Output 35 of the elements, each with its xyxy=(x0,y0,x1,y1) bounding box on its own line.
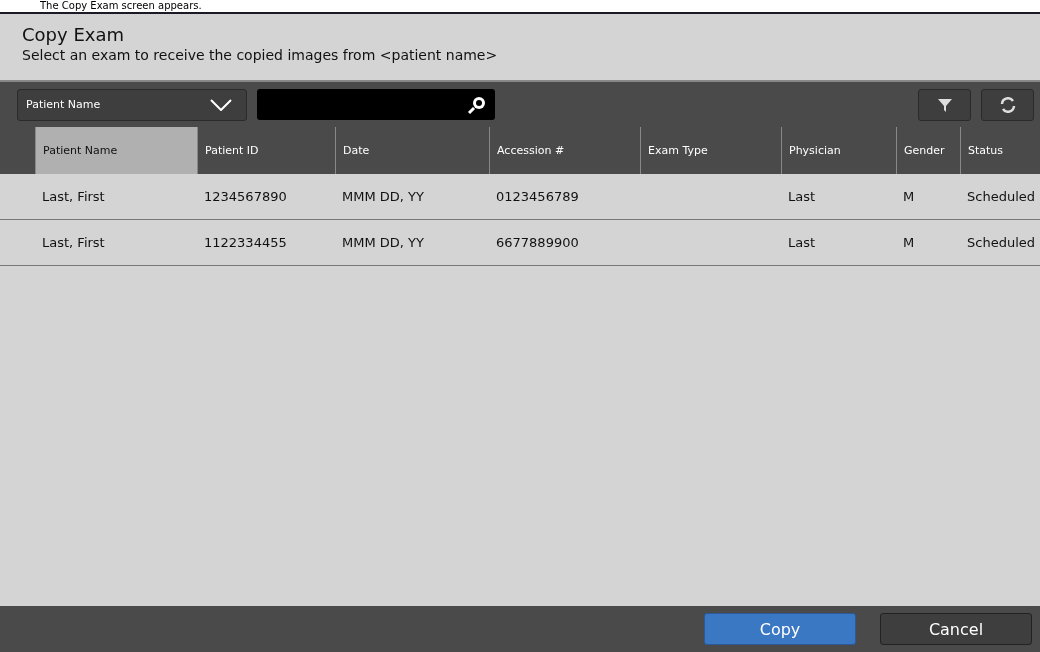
copy-button[interactable]: Copy xyxy=(704,613,856,645)
search-icon xyxy=(467,94,487,115)
search-field[interactable] xyxy=(257,89,495,120)
column-header[interactable]: Gender xyxy=(896,127,960,174)
cancel-button[interactable]: Cancel xyxy=(880,613,1032,645)
caption-text: The Copy Exam screen appears. xyxy=(40,0,202,12)
table-cell-text: M xyxy=(902,188,916,206)
table-cell-text: Scheduled xyxy=(966,234,1036,252)
column-header[interactable]: Patient Name xyxy=(35,127,197,174)
column-header[interactable]: Patient ID xyxy=(197,127,335,174)
table-cell-text: M xyxy=(902,234,916,252)
column-header[interactable]: Date xyxy=(335,127,489,174)
table-cell-text: Last xyxy=(787,234,817,252)
table-cell-text: MMM DD, YY xyxy=(341,188,425,206)
filter-button[interactable] xyxy=(918,88,971,121)
table-cell-text: Last, First xyxy=(41,188,106,206)
table-cell-text: Last xyxy=(787,188,817,206)
column-header[interactable]: Exam Type xyxy=(640,127,781,174)
refresh-button[interactable] xyxy=(981,88,1034,121)
table-cell-text: 0123456789 xyxy=(495,188,580,206)
table-cell-text: 1122334455 xyxy=(203,234,288,252)
refresh-icon xyxy=(999,96,1016,113)
table-cell-text: 1234567890 xyxy=(203,188,288,206)
table-cell-text: Last, First xyxy=(41,234,106,252)
table-cell-text: MMM DD, YY xyxy=(341,234,425,252)
column-header[interactable]: Accession # xyxy=(489,127,640,174)
dialog-title: Copy Exam xyxy=(22,24,125,45)
column-header[interactable]: Status xyxy=(960,127,1040,174)
chevron-down-icon xyxy=(210,98,232,111)
dialog-subtitle: Select an exam to receive the copied images from <patient name> xyxy=(22,47,499,63)
filter-icon xyxy=(937,97,952,112)
table-cell-text: 6677889900 xyxy=(495,234,580,252)
search-by-dropdown[interactable]: Patient Name xyxy=(17,88,247,121)
table-cell-text: Scheduled xyxy=(966,188,1036,206)
column-header[interactable]: Physician xyxy=(781,127,896,174)
